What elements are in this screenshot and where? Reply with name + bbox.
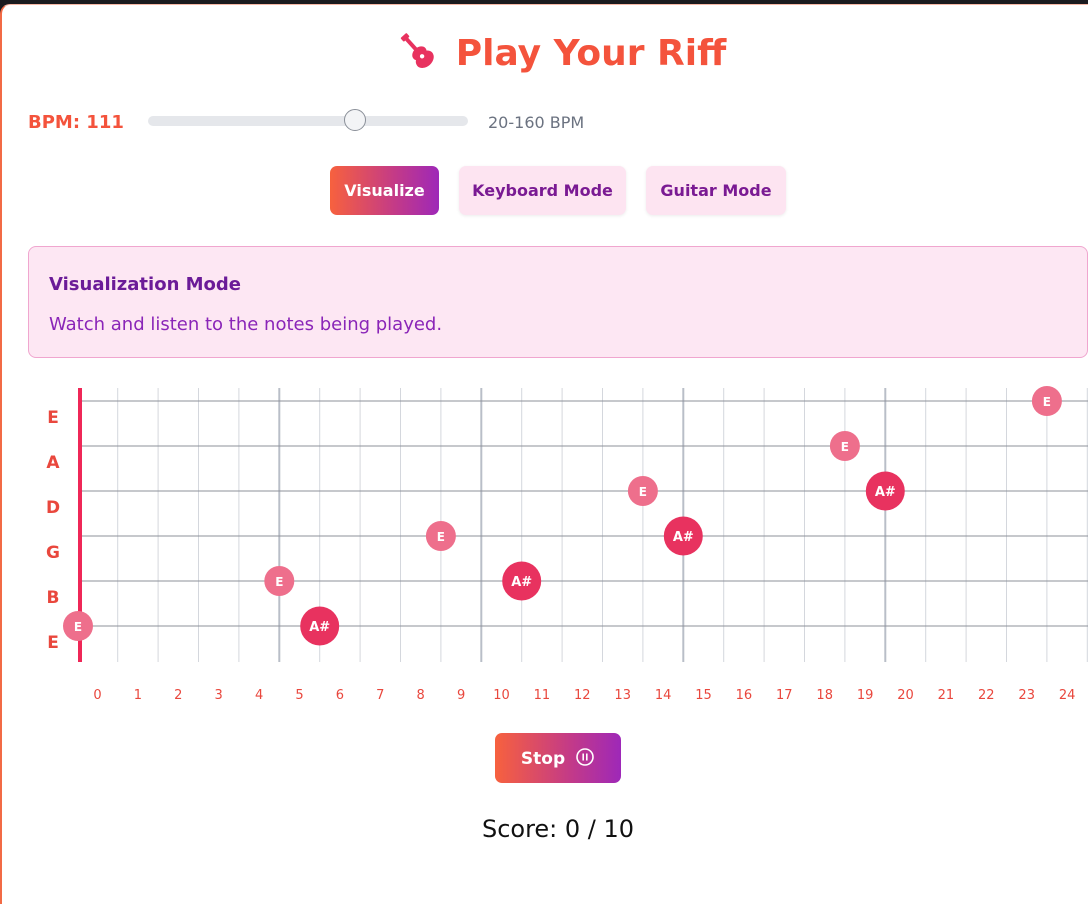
fret-number: 2 — [174, 688, 182, 703]
note-label: E — [1043, 395, 1051, 409]
fret-number: 5 — [295, 688, 303, 703]
page-title-text: Play Your Riff — [455, 33, 727, 74]
stop-button[interactable]: Stop — [495, 733, 621, 783]
string-label: B — [47, 588, 60, 608]
fret-number: 13 — [614, 688, 631, 703]
bpm-slider-thumb[interactable] — [344, 109, 366, 131]
pause-circle-icon — [576, 748, 594, 766]
bpm-range-hint: 20-160 BPM — [488, 113, 585, 132]
score-display: Score: 0 / 10 — [481, 815, 635, 843]
string-label: D — [46, 498, 60, 518]
bpm-slider[interactable] — [148, 109, 468, 131]
note-marker: E — [264, 566, 295, 596]
guitar-mode-button[interactable]: Guitar Mode — [646, 166, 786, 215]
note-marker: E — [425, 521, 456, 551]
fret-number: 7 — [376, 688, 384, 703]
note-marker-active: A# — [663, 516, 703, 556]
fret-number: 18 — [816, 688, 833, 703]
fret-number: 8 — [417, 688, 425, 703]
note-marker-active: A# — [865, 471, 905, 511]
fret-number: 4 — [255, 688, 263, 703]
string-label: E — [47, 408, 59, 428]
fret-number: 16 — [736, 688, 753, 703]
fret-number: 3 — [215, 688, 223, 703]
note-label: A# — [875, 485, 896, 500]
note-marker-active: A# — [502, 561, 542, 601]
note-marker: E — [63, 611, 93, 641]
fret-number: 11 — [534, 688, 551, 703]
string-label: G — [46, 543, 60, 563]
mode-info-text: Watch and listen to the notes being play… — [49, 314, 443, 335]
fret-number: 14 — [655, 688, 672, 703]
note-marker-active: A# — [300, 606, 340, 646]
string-label: E — [47, 633, 59, 653]
note-marker: E — [1031, 386, 1062, 416]
fret-number: 23 — [1018, 688, 1035, 703]
bpm-label: BPM: 111 — [28, 112, 124, 133]
string-label: A — [46, 453, 60, 473]
keyboard-mode-button[interactable]: Keyboard Mode — [459, 166, 626, 215]
mode-info-title: Visualization Mode — [49, 274, 242, 295]
fret-number: 6 — [336, 688, 344, 703]
fret-number: 1 — [134, 688, 142, 703]
note-label: A# — [673, 530, 694, 545]
fret-number: 10 — [493, 688, 510, 703]
fret-number: 0 — [93, 688, 101, 703]
guitar-icon — [400, 33, 434, 68]
fret-number: 21 — [938, 688, 955, 703]
fret-number: 12 — [574, 688, 591, 703]
note-marker: E — [627, 476, 658, 506]
stop-button-label: Stop — [520, 749, 566, 769]
note-marker: E — [829, 431, 860, 461]
note-label: E — [841, 440, 849, 454]
note-label: A# — [511, 575, 532, 590]
fret-number: 15 — [695, 688, 712, 703]
fret-number: 19 — [857, 688, 874, 703]
visualize-button[interactable]: Visualize — [330, 166, 439, 215]
note-label: E — [74, 620, 82, 634]
fret-number: 22 — [978, 688, 995, 703]
mode-info-panel: Visualization Mode Watch and listen to t… — [28, 246, 1088, 358]
note-label: A# — [309, 620, 330, 635]
note-label: E — [437, 530, 445, 544]
fret-number: 9 — [457, 688, 465, 703]
note-label: E — [639, 485, 647, 499]
fret-number: 20 — [897, 688, 914, 703]
fretboard: EADGBE0 1 2 3 4 5 6 7 8 9 10 11 12 13 14 15 16 17 18 19 20 21… — [46, 386, 1088, 703]
page-title: Play Your Riff — [0, 30, 1088, 78]
fret-number: 17 — [776, 688, 793, 703]
fret-number: 24 — [1059, 688, 1076, 703]
note-label: E — [275, 575, 283, 589]
